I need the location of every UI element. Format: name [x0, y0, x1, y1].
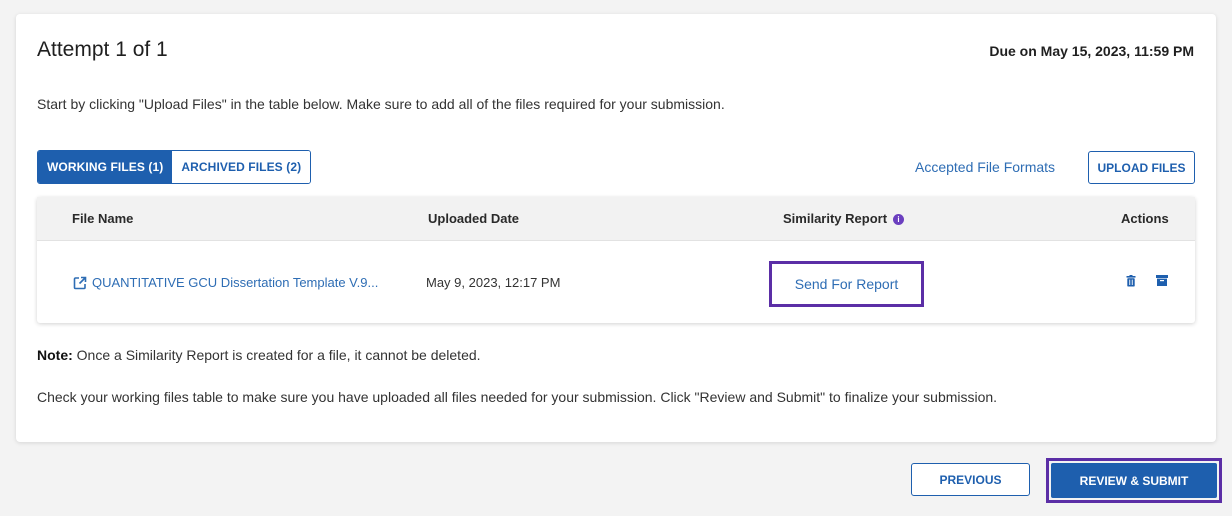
external-link-icon	[73, 276, 87, 289]
send-for-report-button[interactable]: Send For Report	[769, 261, 924, 307]
previous-button[interactable]: PREVIOUS	[911, 463, 1030, 496]
uploaded-date-cell: May 9, 2023, 12:17 PM	[426, 275, 561, 290]
review-submit-highlight: REVIEW & SUBMIT	[1046, 458, 1222, 503]
table-row: QUANTITATIVE GCU Dissertation Template V…	[37, 241, 1195, 323]
page-title: Attempt 1 of 1	[37, 38, 168, 61]
note-label: Note:	[37, 347, 73, 363]
header-file-name: File Name	[72, 211, 134, 226]
upload-files-button[interactable]: UPLOAD FILES	[1088, 151, 1195, 184]
instructions-text: Start by clicking "Upload Files" in the …	[37, 96, 725, 112]
deletion-note: Note: Once a Similarity Report is create…	[37, 347, 481, 363]
file-tabs: WORKING FILES (1) ARCHIVED FILES (2)	[37, 150, 312, 184]
info-icon[interactable]: i	[893, 214, 905, 226]
note-text: Once a Similarity Report is created for …	[72, 347, 481, 363]
header-actions: Actions	[1121, 211, 1169, 226]
due-date: Due on May 15, 2023, 11:59 PM	[989, 43, 1194, 59]
trash-icon[interactable]	[1126, 275, 1136, 287]
tab-archived-files[interactable]: ARCHIVED FILES (2)	[172, 151, 311, 183]
archive-icon[interactable]	[1156, 275, 1168, 286]
working-files-table: File Name Uploaded Date Similarity Repor…	[37, 197, 1195, 323]
header-similarity-label: Similarity Report	[783, 211, 888, 226]
header-similarity-report: Similarity Report i	[783, 211, 905, 226]
header-uploaded-date: Uploaded Date	[428, 211, 520, 226]
table-header: File Name Uploaded Date Similarity Repor…	[37, 197, 1195, 241]
accepted-file-formats-link[interactable]: Accepted File Formats	[915, 159, 1055, 175]
tab-working-files[interactable]: WORKING FILES (1)	[38, 151, 173, 183]
file-name-link[interactable]: QUANTITATIVE GCU Dissertation Template V…	[73, 275, 378, 290]
review-submit-button[interactable]: REVIEW & SUBMIT	[1051, 463, 1217, 498]
check-instructions: Check your working files table to make s…	[37, 389, 998, 405]
file-name-text: QUANTITATIVE GCU Dissertation Template V…	[92, 275, 379, 290]
submission-card: Attempt 1 of 1 Due on May 15, 2023, 11:5…	[16, 14, 1216, 442]
